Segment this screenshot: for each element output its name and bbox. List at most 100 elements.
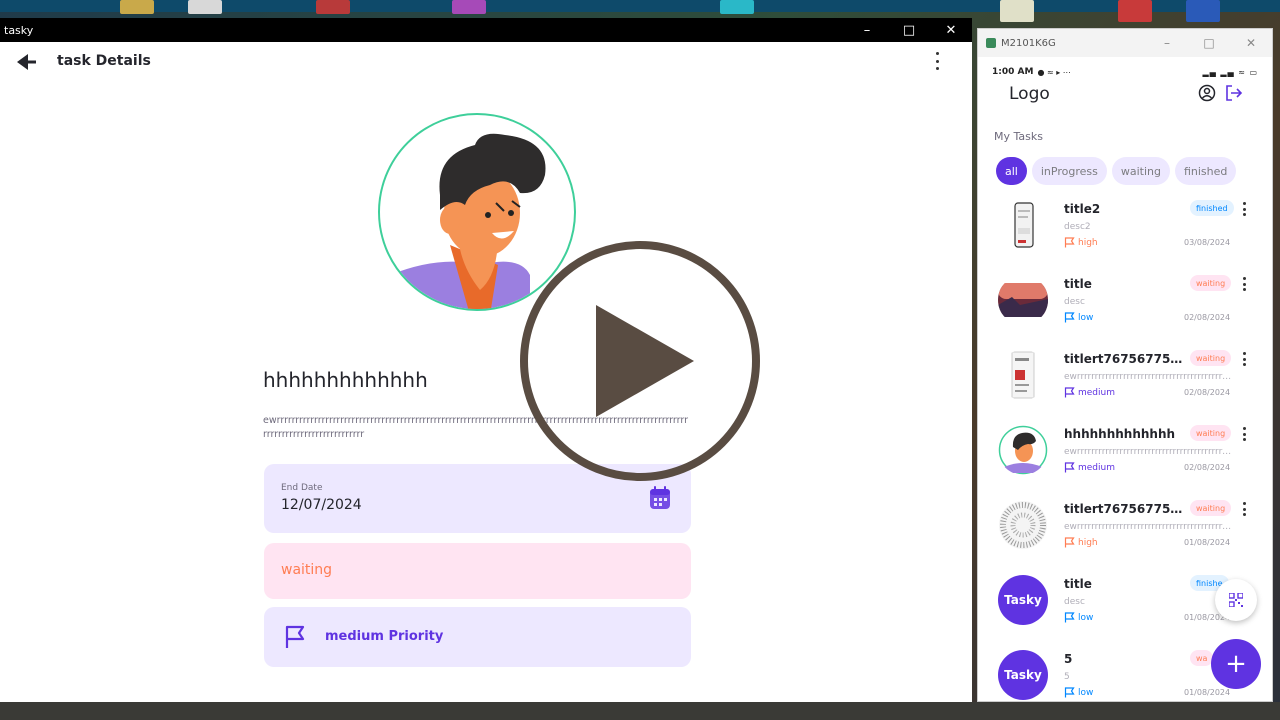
filter-chip-inprogress[interactable]: inProgress [1031,157,1107,185]
task-item-menu-icon[interactable] [1242,352,1246,366]
emulator-minimize-button[interactable]: – [1146,36,1188,50]
task-item-status-badge: waiting [1190,350,1232,366]
priority-flag-icon [1064,462,1075,473]
priority-flag-icon [1064,312,1075,323]
task-thumbnail [998,500,1048,550]
task-thumbnail [998,425,1048,475]
desktop-icon[interactable] [1118,0,1152,22]
task-item-description: ewrrrrrrrrrrrrrrrrrrrrrrrrrrrrrrrrrrrrrr… [1064,372,1234,382]
phone-emulator-window: M2101K6G – □ ✕ 1:00 AM ● ≈ ▸ ⋯ ▂▄ ▂▄ ≈ ▭… [977,28,1273,702]
minimize-button[interactable]: – [846,23,888,38]
task-list-item[interactable]: title2 desc2 high 03/08/2024 finished [978,197,1272,272]
task-item-date: 01/08/2024 [1184,688,1231,697]
filter-chip-waiting[interactable]: waiting [1111,157,1170,185]
task-item-description: ewrrrrrrrrrrrrrrrrrrrrrrrrrrrrrrrrrrrrrr… [1064,447,1234,457]
task-item-menu-icon[interactable] [1242,427,1246,441]
app-header: task Details [0,42,972,82]
task-item-priority: high [1064,237,1098,248]
filter-chips: all inProgress waiting finished [996,157,1237,185]
emulator-maximize-button[interactable]: □ [1188,36,1230,50]
desktop-icon[interactable] [720,0,754,14]
task-item-description: 5 [1064,672,1070,682]
task-item-priority: medium [1064,462,1115,473]
filter-chip-all[interactable]: all [996,157,1027,185]
desktop-icon[interactable] [120,0,154,14]
maximize-button[interactable]: □ [888,23,930,38]
priority-flag-icon [1064,687,1075,698]
emulator-close-button[interactable]: ✕ [1230,36,1272,50]
task-thumbnail [998,350,1048,400]
task-item-title: title [1064,277,1092,291]
task-list-item[interactable]: titlert767567756rrr... ewrrrrrrrrrrrrrrrr… [978,347,1272,422]
task-item-priority-label: high [1078,237,1098,248]
close-button[interactable]: ✕ [930,23,972,38]
more-options-icon[interactable] [934,52,940,70]
task-thumbnail [998,200,1048,250]
desktop-bottom-strip [0,702,1280,720]
task-item-title: titlert767567756rrr... [1064,502,1186,516]
qr-code-icon [1229,593,1243,607]
task-item-status-badge: waiting [1190,275,1232,291]
task-item-title: title2 [1064,202,1101,216]
qr-scan-button[interactable] [1215,579,1257,621]
desktop-icon[interactable] [1186,0,1220,22]
logout-icon[interactable] [1225,84,1243,102]
desktop-icon[interactable] [452,0,486,14]
task-item-status-badge: waiting [1190,425,1232,441]
priority-dropdown[interactable]: medium Priority [264,607,691,667]
signal-battery-icons: ▂▄ ▂▄ ≈ ▭ [1202,67,1258,77]
task-thumbnail: Tasky [998,575,1048,625]
task-item-priority: low [1064,312,1093,323]
status-dropdown[interactable]: waiting [264,543,691,599]
task-item-priority-label: medium [1078,387,1115,398]
task-item-title: 5 [1064,652,1073,666]
emulator-app-icon [986,38,996,48]
task-item-priority-label: low [1078,687,1094,698]
section-title: My Tasks [994,130,1043,143]
task-item-title: titlert767567756rrr... [1064,352,1186,366]
flag-icon [285,625,305,648]
task-item-priority-label: medium [1078,462,1115,473]
emulator-titlebar: M2101K6G – □ ✕ [978,29,1272,57]
task-item-title: title [1064,577,1092,591]
priority-value: medium Priority [325,629,444,644]
window-titlebar: tasky – □ ✕ [0,18,972,42]
task-item-priority: high [1064,537,1098,548]
desktop-icon[interactable] [188,0,222,14]
task-item-date: 02/08/2024 [1184,313,1231,322]
back-arrow-icon[interactable] [14,52,38,72]
priority-flag-icon [1064,537,1075,548]
add-task-button[interactable]: + [1211,639,1261,689]
task-list-item[interactable]: titlert767567756rrr... ewrrrrrrrrrrrrrrrr… [978,497,1272,572]
page-title: task Details [57,53,151,69]
task-item-priority-label: low [1078,612,1094,623]
task-item-date: 03/08/2024 [1184,238,1231,247]
desktop-icon[interactable] [1000,0,1034,22]
end-date-value: 12/07/2024 [281,497,362,513]
status-value: waiting [281,562,333,578]
desktop-icon[interactable] [316,0,350,14]
calendar-icon[interactable] [649,486,671,510]
task-item-menu-icon[interactable] [1242,502,1246,516]
video-play-icon[interactable] [518,239,762,483]
task-item-description: desc [1064,297,1085,307]
task-item-status-badge: wa [1190,650,1214,666]
task-item-priority: low [1064,612,1093,623]
task-list-item[interactable]: title desc low 02/08/2024 waiting [978,272,1272,347]
task-item-description: desc [1064,597,1085,607]
profile-icon[interactable] [1198,84,1216,102]
task-item-date: 02/08/2024 [1184,388,1231,397]
filter-chip-finished[interactable]: finished [1174,157,1237,185]
task-title: hhhhhhhhhhhhh [263,368,428,392]
task-item-priority-label: high [1078,537,1098,548]
task-item-description: desc2 [1064,222,1091,232]
window-title: tasky [4,23,34,37]
task-item-status-badge: finished [1190,200,1234,216]
task-item-menu-icon[interactable] [1242,277,1246,291]
task-item-title: hhhhhhhhhhhhh [1064,427,1176,441]
task-list-item[interactable]: hhhhhhhhhhhhh ewrrrrrrrrrrrrrrrrrrrrrrrrr… [978,422,1272,497]
task-item-menu-icon[interactable] [1242,202,1246,216]
task-thumbnail: Tasky [998,650,1048,700]
priority-flag-icon [1064,387,1075,398]
task-item-description: ewrrrrrrrrrrrrrrrrrrrrrrrrrrrrrrrrrrrrrr… [1064,522,1234,532]
